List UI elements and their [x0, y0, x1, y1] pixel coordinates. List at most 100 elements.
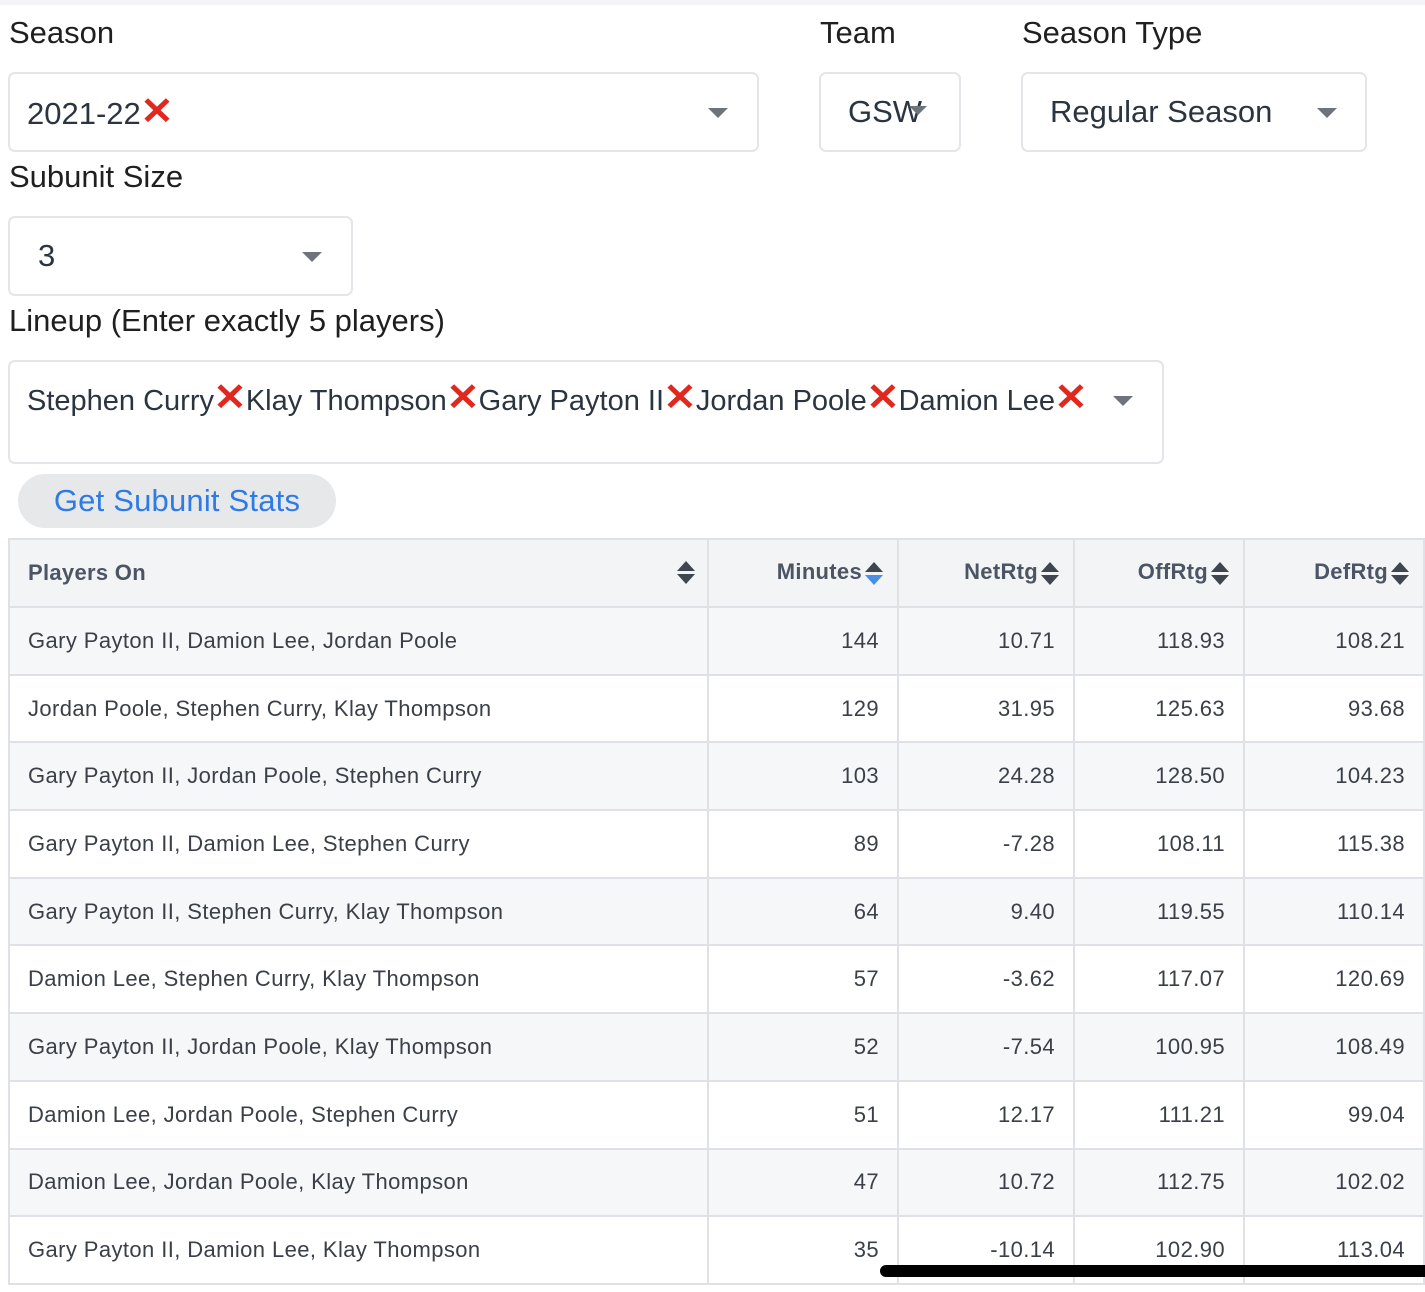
- cell-minutes: 47: [707, 1147, 899, 1218]
- lineup-player-name: Klay Thompson: [245, 385, 447, 417]
- subunit-size-select[interactable]: 3: [8, 216, 353, 296]
- cell-offrtg: 111.21: [1073, 1079, 1245, 1150]
- cell-defrtg: 110.14: [1243, 876, 1425, 947]
- cell-players-on: Gary Payton II, Jordan Poole, Klay Thomp…: [8, 1012, 709, 1082]
- remove-player-icon[interactable]: ✕: [446, 379, 479, 417]
- cell-netrtg: 10.72: [897, 1147, 1075, 1218]
- season-select[interactable]: 2021-22✕: [8, 72, 759, 152]
- team-select[interactable]: GSW: [819, 72, 961, 152]
- season-type-select[interactable]: Regular Season: [1021, 72, 1367, 152]
- sort-icon[interactable]: [1211, 561, 1229, 587]
- remove-player-icon[interactable]: ✕: [663, 379, 696, 417]
- remove-player-icon[interactable]: ✕: [213, 379, 246, 417]
- season-type-label: Season Type: [1022, 15, 1203, 50]
- lineup-tag: Klay Thompson✕: [245, 379, 480, 417]
- column-header-offrtg[interactable]: OffRtg: [1073, 538, 1245, 608]
- lineup-player-name: Gary Payton II: [478, 385, 665, 417]
- cell-netrtg: -7.28: [897, 809, 1075, 879]
- top-divider: [0, 0, 1425, 5]
- sort-icon[interactable]: [1041, 561, 1059, 587]
- lineup-multiselect[interactable]: Stephen Curry✕Klay Thompson✕Gary Payton …: [8, 360, 1164, 464]
- table-row: Jordan Poole, Stephen Curry, Klay Thomps…: [8, 673, 1425, 744]
- cell-players-on: Gary Payton II, Damion Lee, Jordan Poole: [8, 606, 709, 676]
- cell-minutes: 103: [707, 741, 899, 812]
- cell-netrtg: 24.28: [897, 741, 1075, 812]
- cell-players-on: Gary Payton II, Jordan Poole, Stephen Cu…: [8, 741, 709, 812]
- cell-defrtg: 115.38: [1243, 809, 1425, 879]
- table-row: Gary Payton II, Jordan Poole, Klay Thomp…: [8, 1012, 1425, 1082]
- column-header-label: Minutes: [776, 559, 862, 585]
- cell-defrtg: 99.04: [1243, 1079, 1425, 1150]
- season-value: 2021-22: [27, 96, 141, 131]
- cell-players-on: Gary Payton II, Damion Lee, Klay Thompso…: [8, 1215, 709, 1285]
- lineup-player-name: Jordan Poole: [695, 385, 867, 417]
- chevron-down-icon[interactable]: [302, 252, 322, 262]
- cell-players-on: Damion Lee, Jordan Poole, Klay Thompson: [8, 1147, 709, 1218]
- cell-defrtg: 120.69: [1243, 944, 1425, 1015]
- cell-netrtg: -3.62: [897, 944, 1075, 1015]
- column-header-netrtg[interactable]: NetRtg: [897, 538, 1075, 608]
- cell-players-on: Jordan Poole, Stephen Curry, Klay Thomps…: [8, 673, 709, 744]
- cell-offrtg: 117.07: [1073, 944, 1245, 1015]
- cell-players-on: Damion Lee, Stephen Curry, Klay Thompson: [8, 944, 709, 1015]
- remove-player-icon[interactable]: ✕: [866, 379, 899, 417]
- cell-players-on: Gary Payton II, Stephen Curry, Klay Thom…: [8, 876, 709, 947]
- cell-netrtg: 31.95: [897, 673, 1075, 744]
- cell-defrtg: 93.68: [1243, 673, 1425, 744]
- cell-minutes: 57: [707, 944, 899, 1015]
- table-header-row: Players On Minutes NetRtg OffRtg DefRtg: [8, 538, 1425, 608]
- season-type-value: Regular Season: [1050, 94, 1273, 129]
- table-row: Gary Payton II, Stephen Curry, Klay Thom…: [8, 876, 1425, 947]
- column-header-label: OffRtg: [1137, 559, 1208, 585]
- cell-defrtg: 102.02: [1243, 1147, 1425, 1218]
- season-label: Season: [9, 15, 115, 50]
- sort-descending-icon[interactable]: [865, 561, 883, 587]
- lineup-tag: Gary Payton II✕: [478, 379, 697, 417]
- remove-season-icon[interactable]: ✕: [140, 93, 173, 131]
- table-row: Gary Payton II, Damion Lee, Stephen Curr…: [8, 809, 1425, 879]
- cell-netrtg: 12.17: [897, 1079, 1075, 1150]
- chevron-down-icon[interactable]: [708, 108, 728, 118]
- table-row: Gary Payton II, Damion Lee, Jordan Poole…: [8, 606, 1425, 676]
- cell-players-on: Damion Lee, Jordan Poole, Stephen Curry: [8, 1079, 709, 1150]
- column-header-minutes[interactable]: Minutes: [707, 538, 899, 608]
- sort-icon[interactable]: [677, 560, 695, 586]
- cell-minutes: 64: [707, 876, 899, 947]
- remove-player-icon[interactable]: ✕: [1054, 379, 1087, 417]
- table-row: Gary Payton II, Jordan Poole, Stephen Cu…: [8, 741, 1425, 812]
- cell-netrtg: 10.71: [897, 606, 1075, 676]
- lineup-tags: Stephen Curry✕Klay Thompson✕Gary Payton …: [27, 379, 1088, 422]
- cell-offrtg: 112.75: [1073, 1147, 1245, 1218]
- cell-offrtg: 119.55: [1073, 876, 1245, 947]
- table-row: Damion Lee, Stephen Curry, Klay Thompson…: [8, 944, 1425, 1015]
- table-row: Damion Lee, Jordan Poole, Klay Thompson 4…: [8, 1147, 1425, 1218]
- lineup-tag: Jordan Poole✕: [695, 379, 900, 417]
- horizontal-scrollbar[interactable]: [880, 1265, 1425, 1277]
- table-row: Damion Lee, Jordan Poole, Stephen Curry 5…: [8, 1079, 1425, 1150]
- chevron-down-icon[interactable]: [1317, 108, 1337, 118]
- sort-icon[interactable]: [1391, 561, 1409, 587]
- column-header-label: NetRtg: [964, 559, 1038, 585]
- lineup-label: Lineup (Enter exactly 5 players): [9, 303, 445, 338]
- cell-minutes: 51: [707, 1079, 899, 1150]
- lineup-player-name: Stephen Curry: [27, 385, 214, 417]
- subunit-stats-table: Players On Minutes NetRtg OffRtg DefRtg …: [8, 538, 1425, 1285]
- cell-players-on: Gary Payton II, Damion Lee, Stephen Curr…: [8, 809, 709, 879]
- subunit-size-label: Subunit Size: [9, 159, 184, 194]
- chevron-down-icon[interactable]: [1113, 396, 1133, 406]
- column-header-players-on[interactable]: Players On: [8, 538, 709, 608]
- cell-defrtg: 104.23: [1243, 741, 1425, 812]
- cell-defrtg: 108.21: [1243, 606, 1425, 676]
- cell-offrtg: 108.11: [1073, 809, 1245, 879]
- cell-offrtg: 100.95: [1073, 1012, 1245, 1082]
- column-header-defrtg[interactable]: DefRtg: [1243, 538, 1425, 608]
- cell-defrtg: 108.49: [1243, 1012, 1425, 1082]
- cell-minutes: 89: [707, 809, 899, 879]
- chevron-down-icon[interactable]: [909, 106, 927, 115]
- get-subunit-stats-button[interactable]: Get Subunit Stats: [18, 474, 336, 528]
- lineup-tag: Stephen Curry✕: [27, 379, 247, 417]
- cell-netrtg: -7.54: [897, 1012, 1075, 1082]
- team-label: Team: [820, 15, 896, 50]
- cell-offrtg: 128.50: [1073, 741, 1245, 812]
- table-body: Gary Payton II, Damion Lee, Jordan Poole…: [8, 606, 1425, 1285]
